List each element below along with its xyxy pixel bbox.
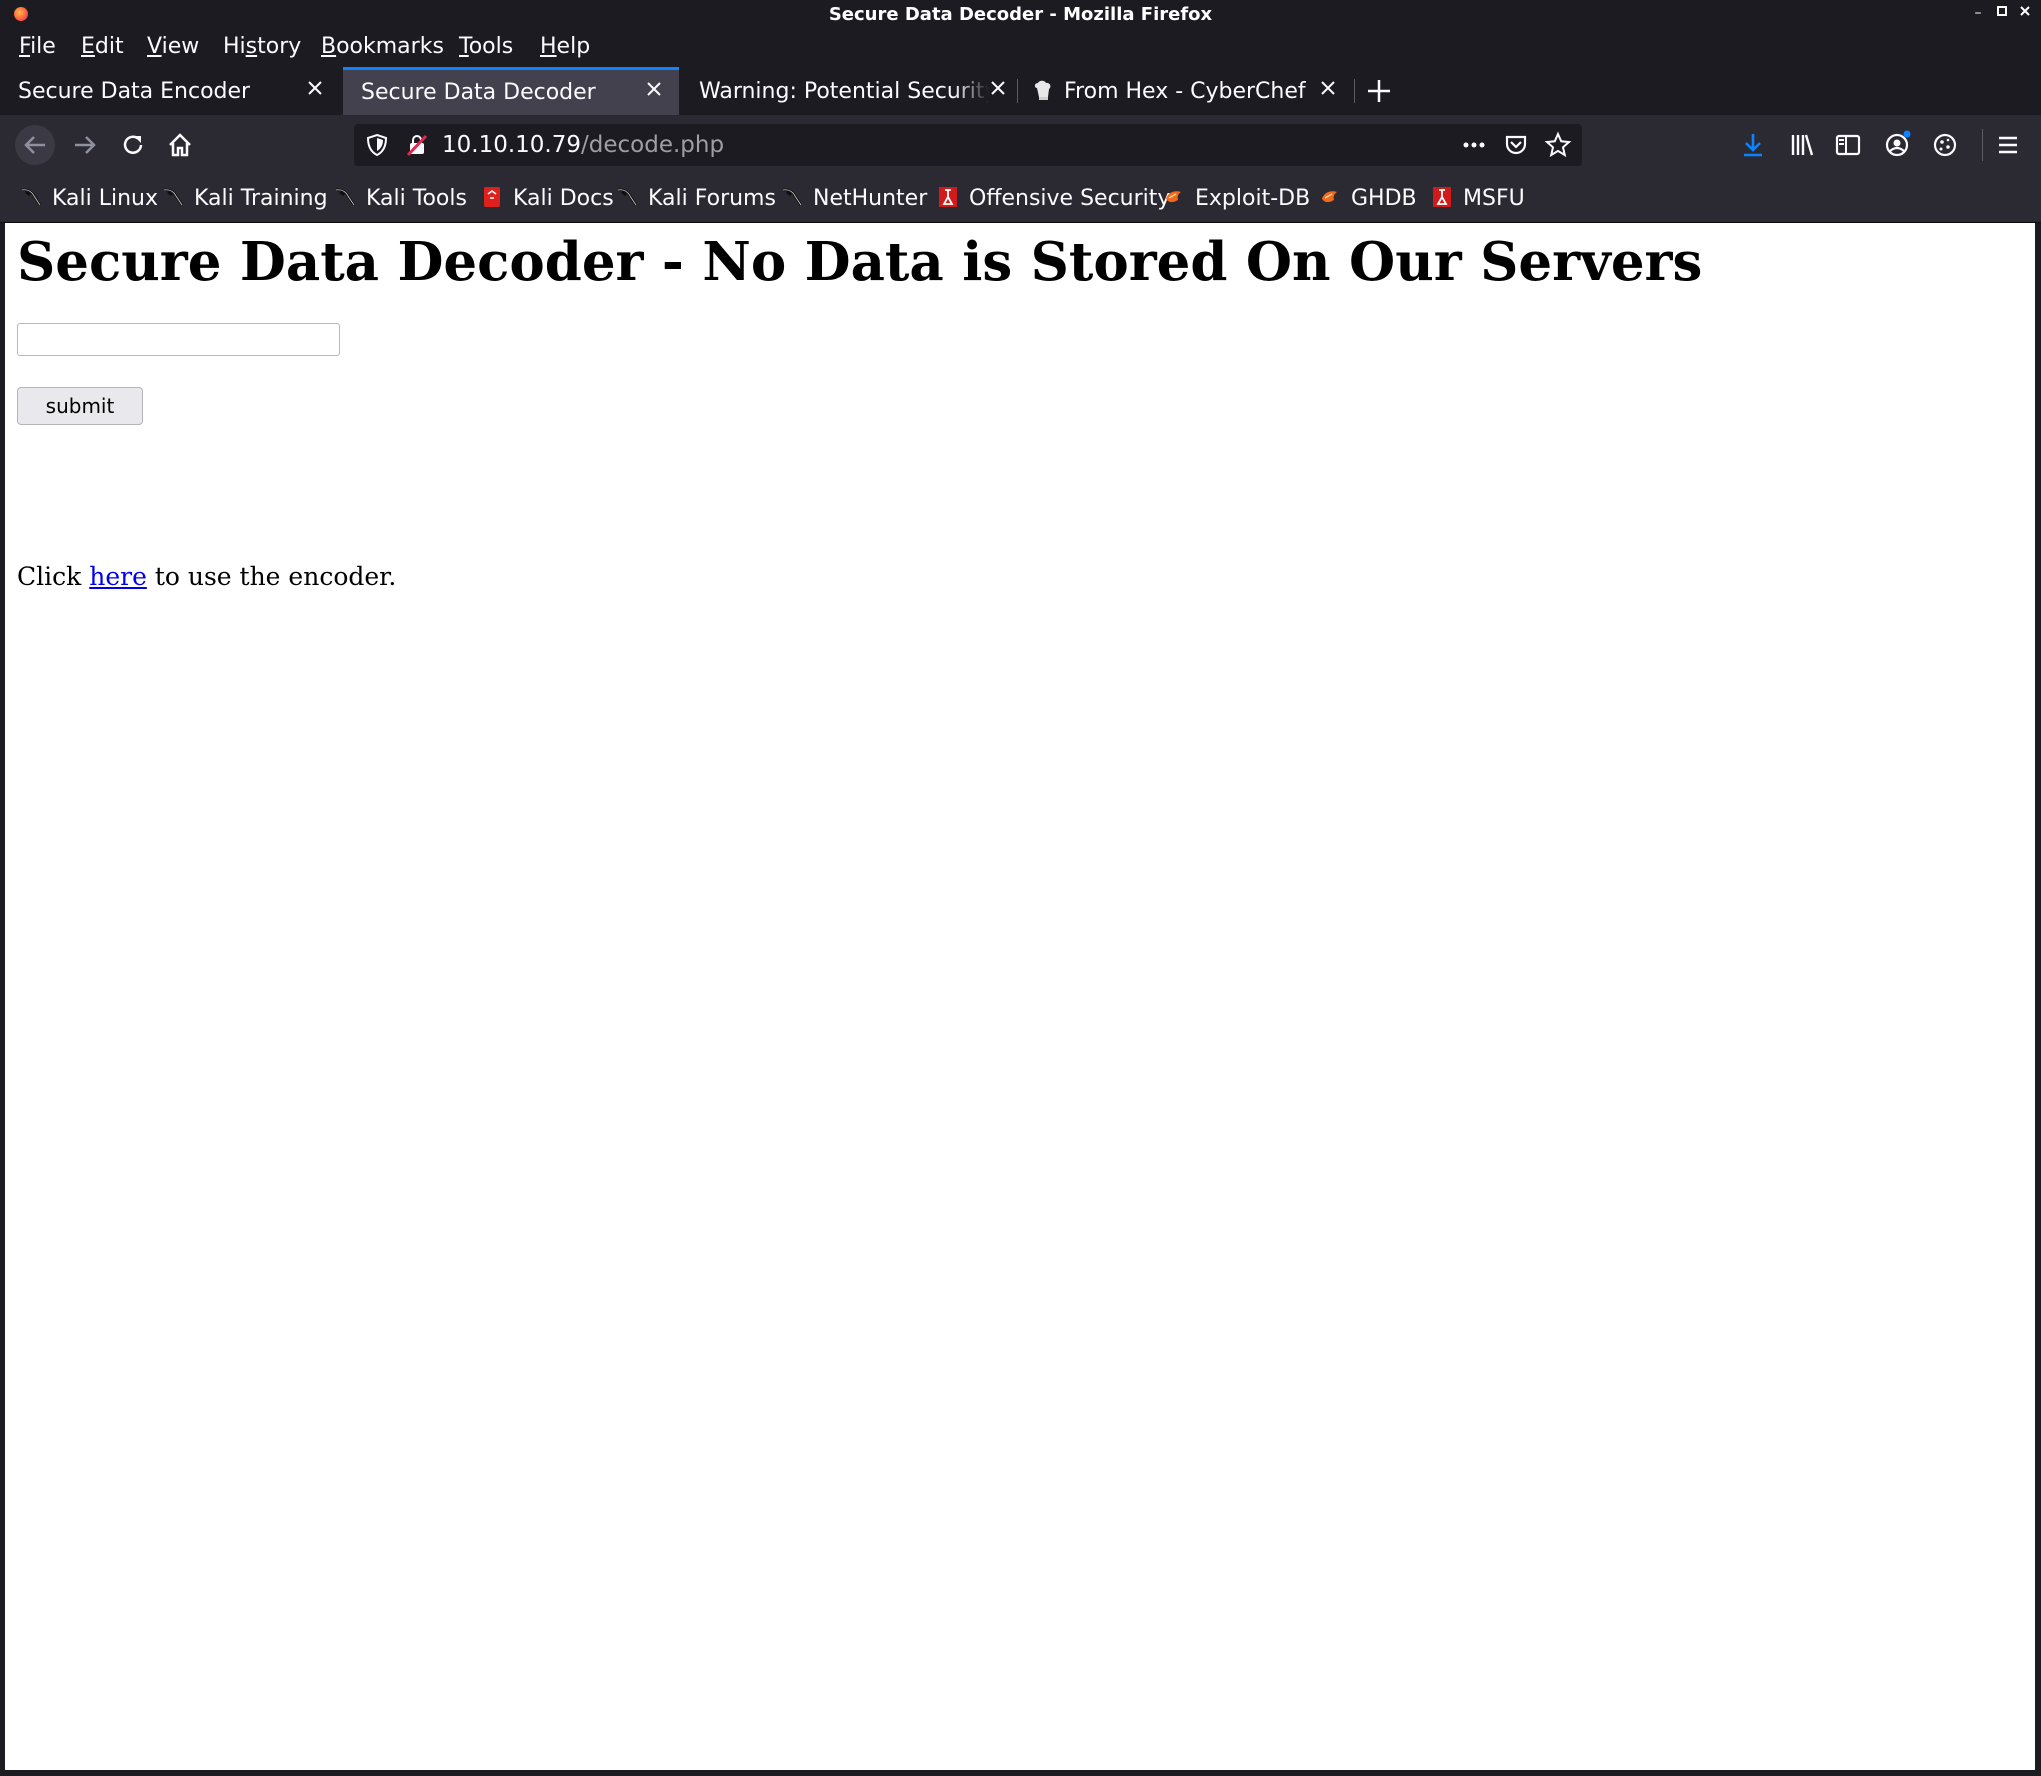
menu-file[interactable]: File	[19, 34, 56, 59]
page-title: Secure Data Decoder - No Data is Stored …	[17, 231, 1703, 293]
tab-separator	[1354, 79, 1355, 103]
tab-from-hex-cyberchef[interactable]: From Hex - CyberChef	[1018, 67, 1353, 115]
tab-label: From Hex - CyberChef	[1064, 78, 1306, 104]
exploitdb-icon	[1163, 186, 1185, 208]
new-tab-icon[interactable]	[1365, 77, 1393, 105]
submit-button[interactable]: submit	[17, 387, 143, 425]
offsec-icon	[937, 186, 959, 208]
offsec-icon	[1431, 186, 1453, 208]
bookmark-msfu[interactable]: MSFU	[1431, 186, 1525, 211]
home-icon[interactable]	[160, 125, 200, 165]
page-actions-icon[interactable]	[1460, 132, 1488, 158]
bookmarks-toolbar: Kali Linux Kali Training Kali Tools Kali…	[0, 174, 2041, 223]
bookmark-nethunter[interactable]: NetHunter	[781, 186, 927, 211]
minimize-icon[interactable]: –	[1969, 3, 1987, 23]
cookie-extension-icon[interactable]	[1925, 125, 1965, 165]
page-content: Secure Data Decoder - No Data is Stored …	[5, 223, 2035, 1770]
tab-strip: Secure Data Encoder Secure Data Decoder …	[0, 67, 2041, 115]
bookmark-exploit-db[interactable]: Exploit-DB	[1163, 186, 1310, 211]
tab-warning-security-risk[interactable]: Warning: Potential Security Risk Ahead	[681, 67, 1017, 115]
tracking-shield-icon[interactable]	[364, 132, 390, 158]
sidebar-icon[interactable]	[1828, 125, 1868, 165]
pocket-icon[interactable]	[1502, 131, 1530, 159]
forward-icon[interactable]	[65, 125, 105, 165]
reload-icon[interactable]	[113, 125, 153, 165]
tab-label: Secure Data Decoder	[361, 80, 596, 105]
kali-docs-icon	[481, 186, 503, 208]
window-titlebar: Secure Data Decoder - Mozilla Firefox –	[0, 0, 2041, 29]
cyberchef-icon	[1032, 80, 1056, 102]
url-text[interactable]: 10.10.10.79/decode.php	[442, 132, 724, 158]
menu-bookmarks[interactable]: Bookmarks	[321, 34, 444, 59]
menu-tools[interactable]: Tools	[459, 34, 513, 59]
kali-dragon-icon	[616, 186, 638, 208]
kali-dragon-icon	[162, 186, 184, 208]
downloads-icon[interactable]	[1733, 125, 1773, 165]
bookmark-kali-training[interactable]: Kali Training	[162, 186, 328, 211]
navigation-toolbar: 10.10.10.79/decode.php	[0, 115, 2041, 174]
kali-dragon-icon	[781, 186, 803, 208]
close-tab-icon[interactable]	[1317, 77, 1339, 99]
tab-secure-data-encoder[interactable]: Secure Data Encoder	[0, 67, 340, 115]
kali-dragon-icon	[20, 186, 42, 208]
account-icon[interactable]	[1877, 125, 1917, 165]
window-title: Secure Data Decoder - Mozilla Firefox	[828, 4, 1213, 25]
close-tab-icon[interactable]	[304, 77, 326, 99]
menu-history[interactable]: History	[223, 34, 301, 59]
maximize-icon[interactable]	[1993, 3, 2011, 23]
close-tab-icon[interactable]	[987, 77, 1009, 99]
tab-label: Warning: Potential Security Risk Ahead	[699, 78, 989, 104]
url-bar[interactable]: 10.10.10.79/decode.php	[354, 124, 1582, 166]
bookmark-ghdb[interactable]: GHDB	[1319, 186, 1417, 211]
hamburger-menu-icon[interactable]	[1988, 125, 2028, 165]
encoder-link-line: Click here to use the encoder.	[17, 562, 397, 591]
bookmark-kali-linux[interactable]: Kali Linux	[20, 186, 158, 211]
close-tab-icon[interactable]	[643, 78, 665, 100]
menu-bar: File Edit View History Bookmarks Tools H…	[0, 29, 2041, 67]
bookmark-kali-docs[interactable]: Kali Docs	[481, 186, 614, 211]
bookmark-kali-tools[interactable]: Kali Tools	[334, 186, 467, 211]
library-icon[interactable]	[1782, 125, 1822, 165]
menu-edit[interactable]: Edit	[81, 34, 124, 59]
decode-input[interactable]	[17, 323, 340, 356]
encoder-link[interactable]: here	[89, 562, 147, 591]
bookmark-star-icon[interactable]	[1544, 131, 1572, 159]
menu-help[interactable]: Help	[540, 34, 590, 59]
insecure-lock-icon[interactable]	[404, 132, 430, 158]
bookmark-kali-forums[interactable]: Kali Forums	[616, 186, 776, 211]
menu-view[interactable]: View	[147, 34, 199, 59]
close-window-icon[interactable]	[2016, 3, 2034, 23]
tab-label: Secure Data Encoder	[18, 78, 251, 104]
bookmark-offensive-security[interactable]: Offensive Security	[937, 186, 1170, 211]
tab-secure-data-decoder[interactable]: Secure Data Decoder	[343, 67, 679, 115]
toolbar-separator	[1982, 129, 1983, 161]
exploitdb-icon	[1319, 186, 1341, 208]
back-icon[interactable]	[15, 125, 55, 165]
kali-dragon-icon	[334, 186, 356, 208]
